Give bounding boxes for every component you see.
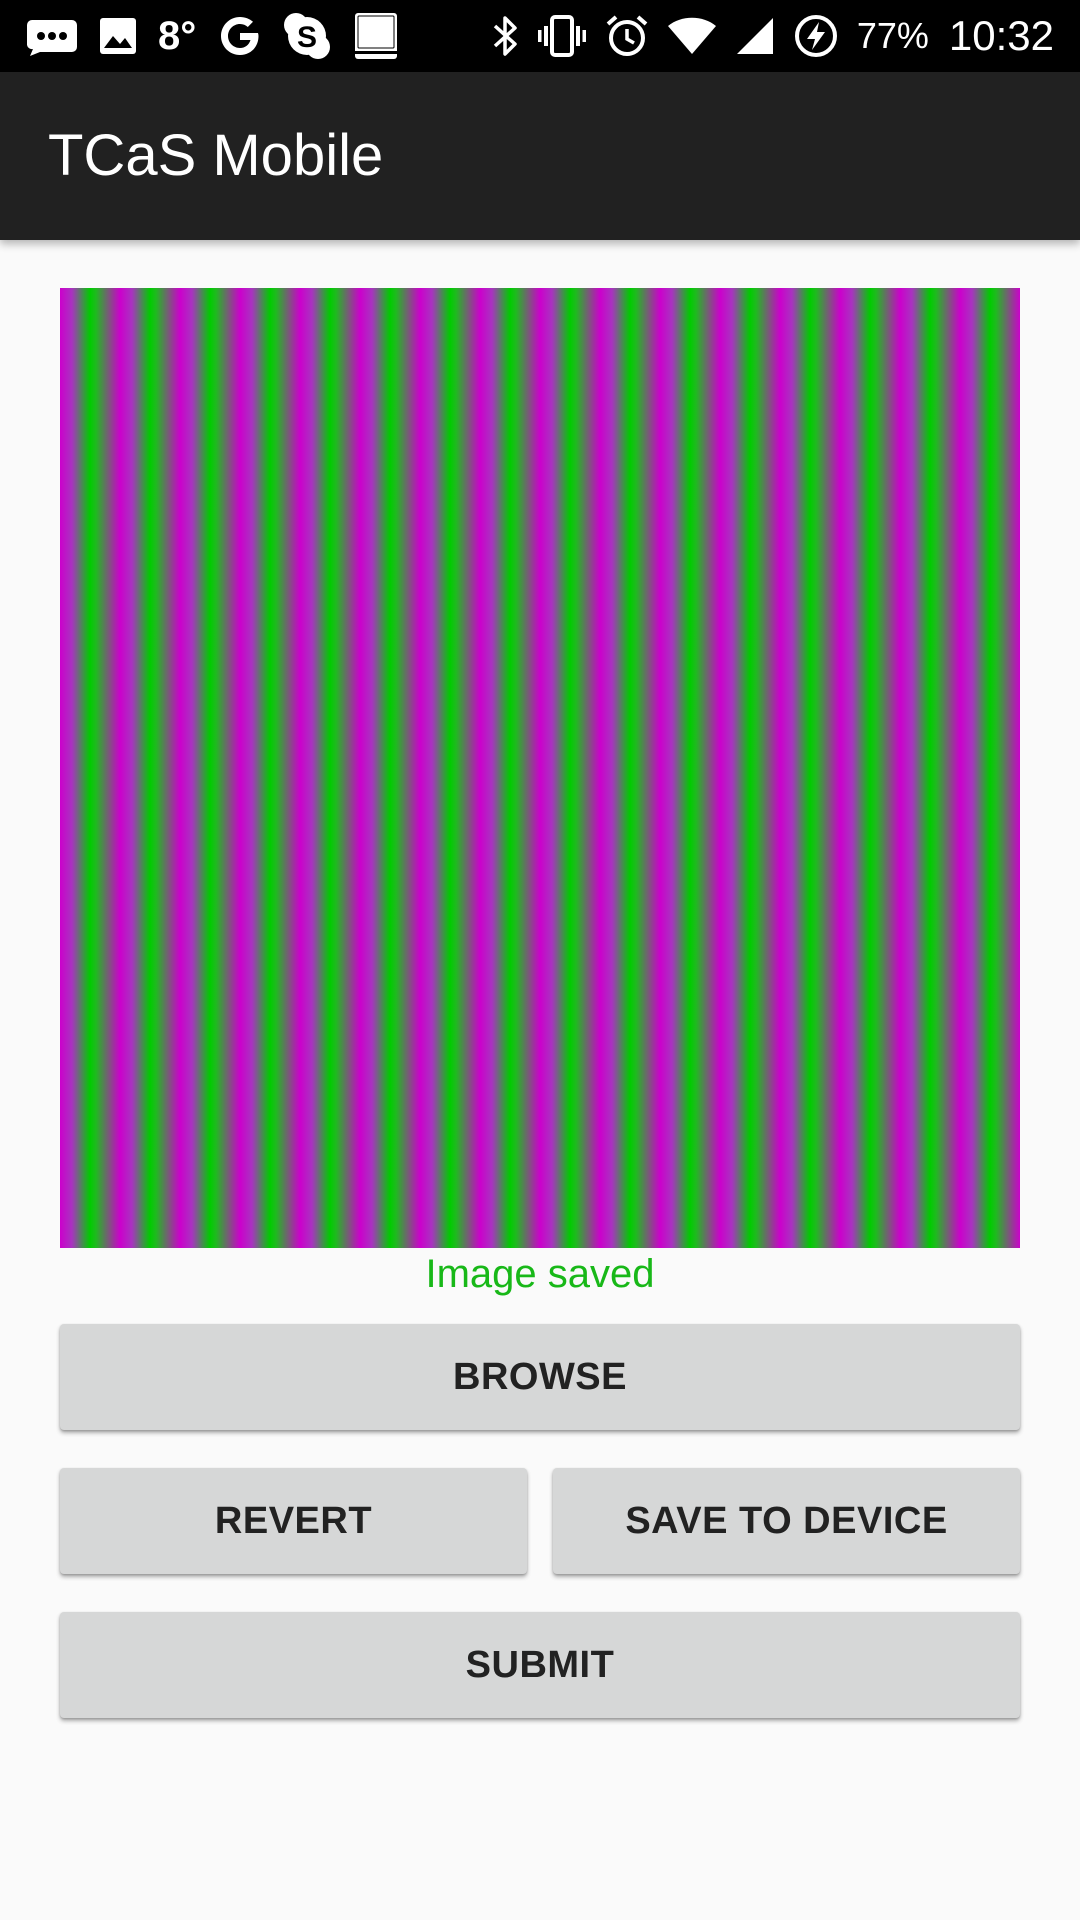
save-to-device-button[interactable]: SAVE TO DEVICE: [553, 1468, 1020, 1574]
image-icon: [98, 0, 138, 72]
alarm-icon: [605, 0, 649, 72]
vibrate-icon: [537, 0, 587, 72]
revert-button[interactable]: REVERT: [60, 1468, 527, 1574]
battery-percent-text: 77%: [856, 15, 929, 56]
app-title: TCaS Mobile: [48, 123, 384, 188]
image-saved-status: Image saved: [425, 1252, 655, 1296]
battery-charging-icon: [793, 0, 839, 72]
svg-text:S: S: [297, 21, 317, 54]
wifi-icon: [667, 0, 717, 72]
browse-button[interactable]: BROWSE: [60, 1324, 1020, 1430]
chat-bubble-icon: [26, 0, 78, 72]
skype-icon: S: [282, 0, 332, 72]
google-icon: [218, 0, 262, 72]
image-preview: [60, 288, 1020, 1248]
status-bar: 8° S 77% 10:32: [0, 0, 1080, 72]
submit-button[interactable]: SUBMIT: [60, 1612, 1020, 1718]
bluetooth-icon: [491, 0, 519, 72]
temperature-text: 8°: [158, 13, 197, 58]
app-bar: TCaS Mobile: [0, 72, 1080, 240]
status-bar-left: 8° S: [26, 0, 420, 72]
status-bar-right: 77% 10:32: [491, 0, 1054, 72]
holy-bible-icon: [352, 0, 400, 72]
clock-time: 10:32: [948, 12, 1054, 59]
cell-signal-icon: [735, 0, 775, 72]
